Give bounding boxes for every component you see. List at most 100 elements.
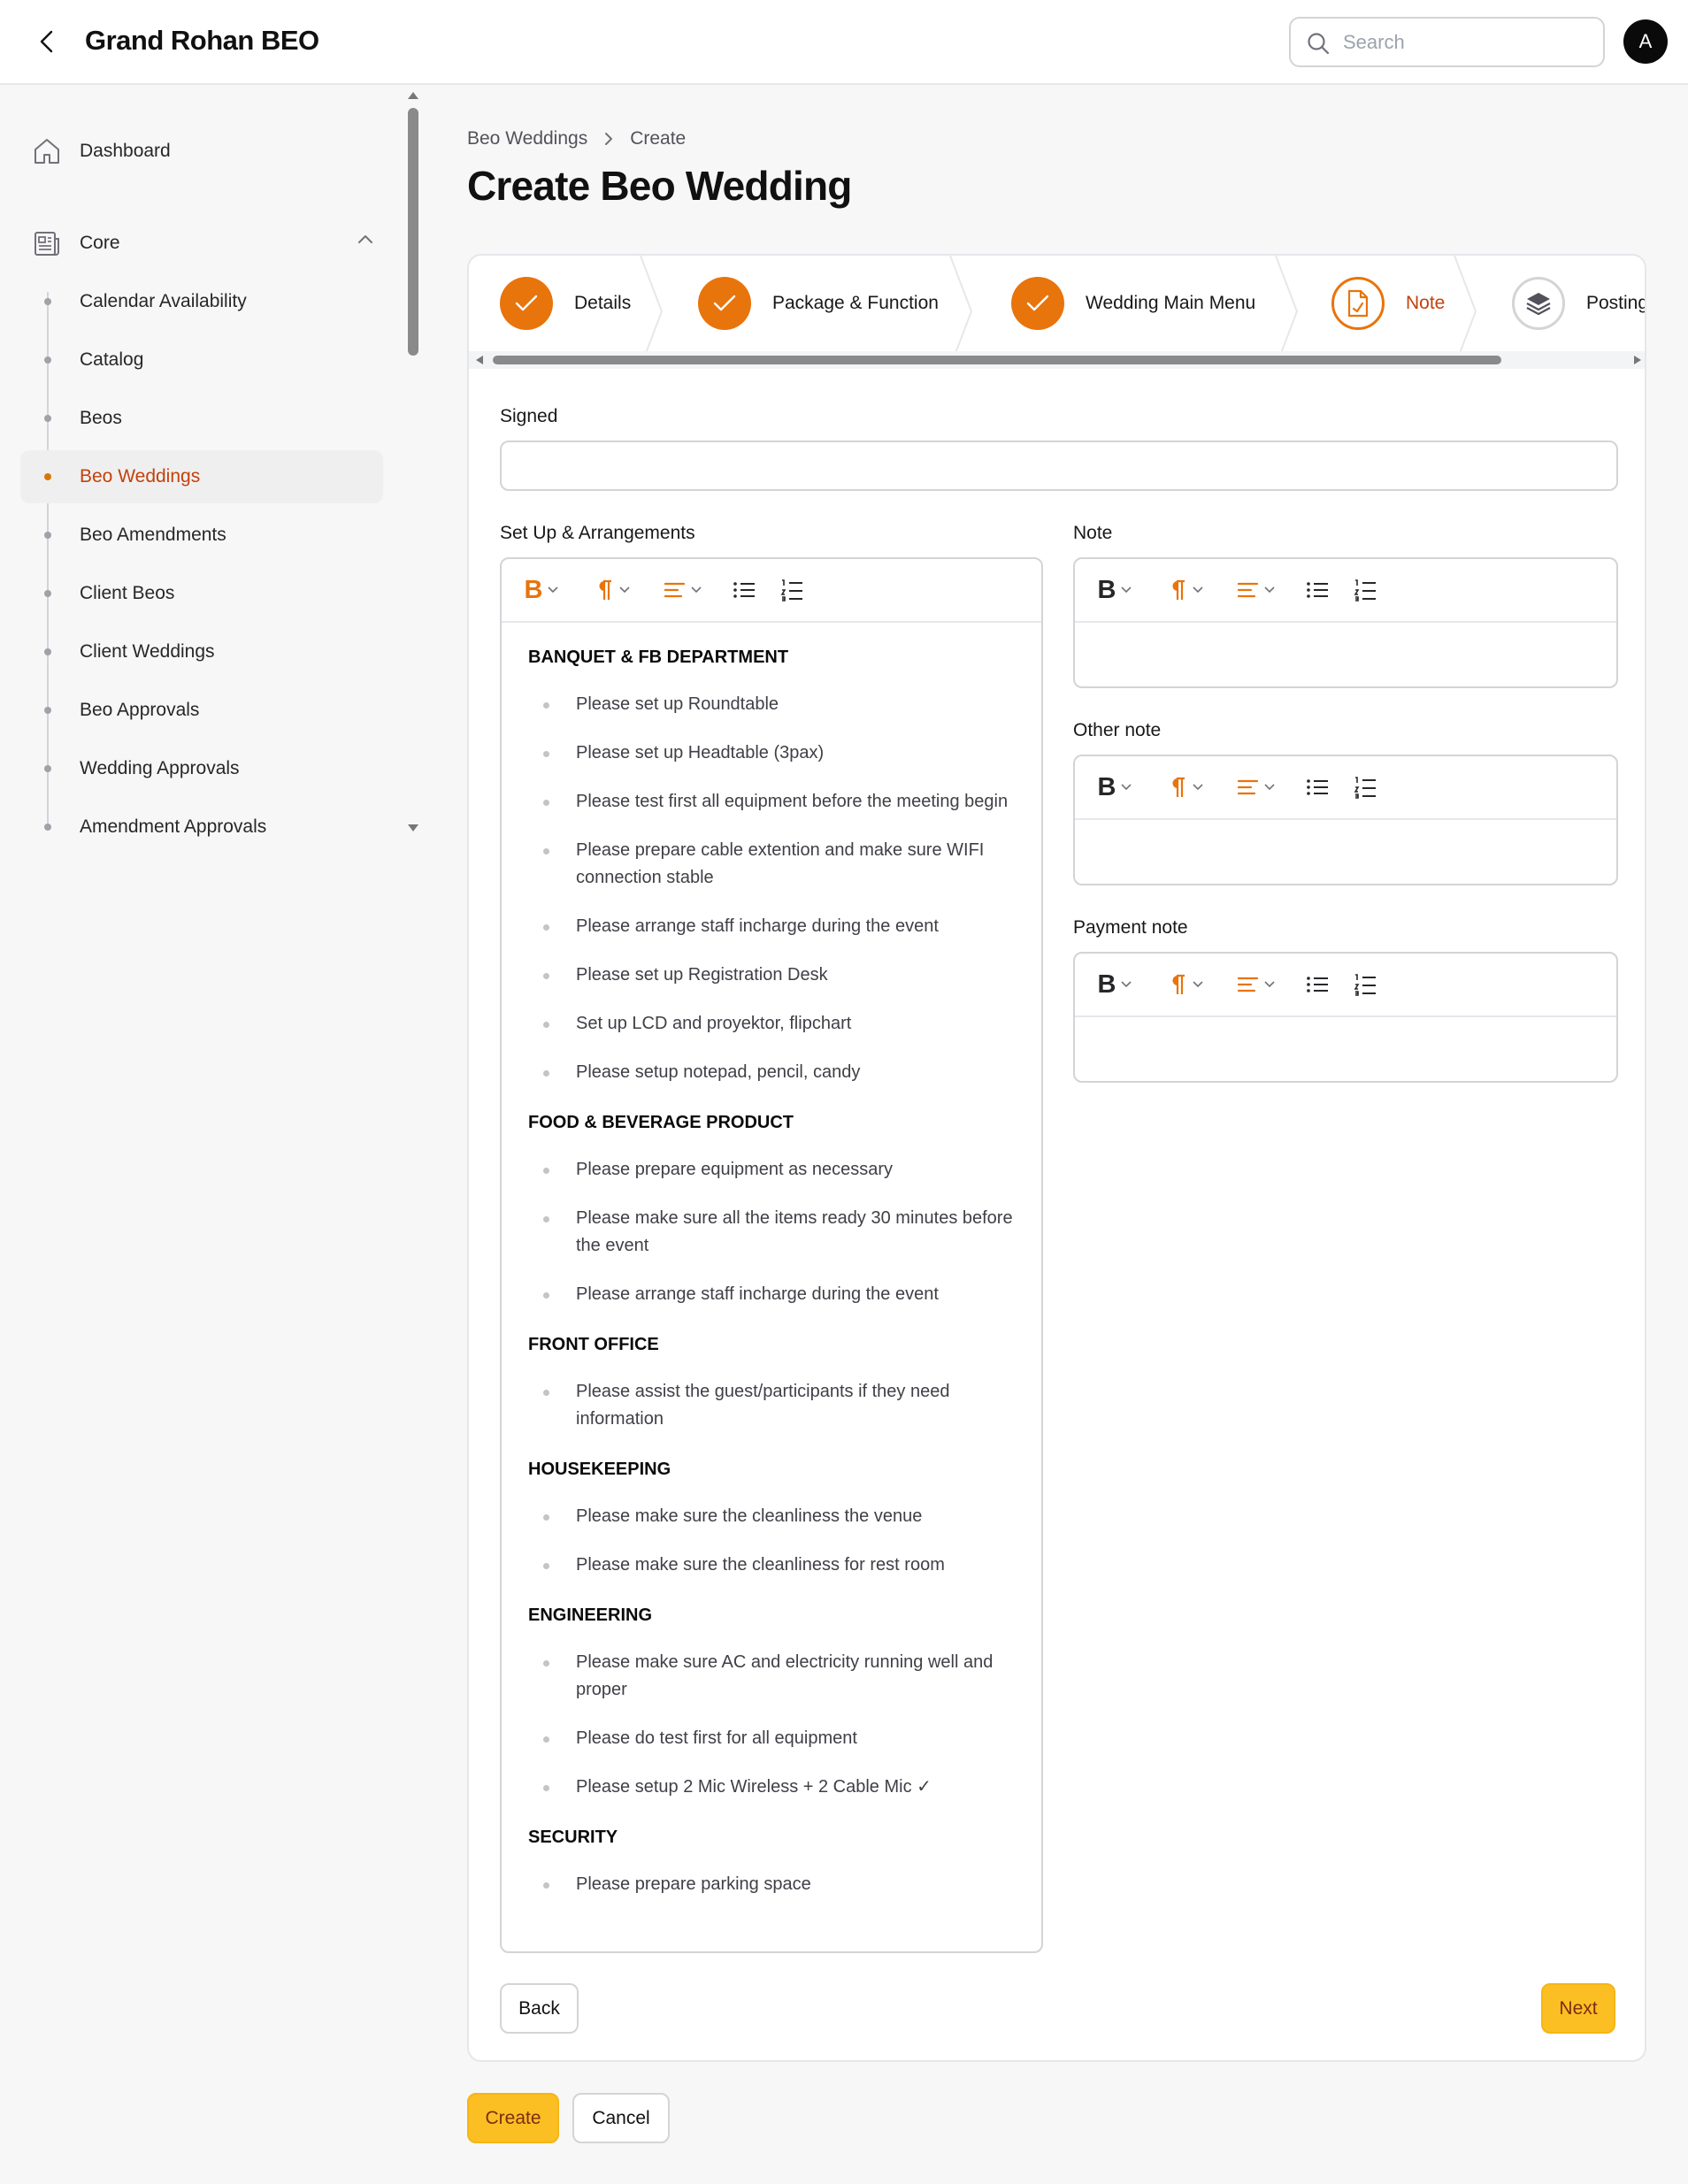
sidebar-item-label: Client Beos [80, 583, 175, 603]
align-left-icon [664, 582, 686, 598]
bullet-list-icon [1307, 582, 1328, 598]
sidebar-item-label: Dashboard [80, 141, 171, 161]
check-icon [698, 277, 751, 330]
section-heading: FOOD & BEVERAGE PRODUCT [528, 1113, 794, 1132]
paragraph-icon [1172, 974, 1185, 994]
scroll-up-arrow-icon[interactable] [408, 92, 418, 99]
paragraph-dropdown[interactable] [1156, 570, 1215, 610]
chevron-down-icon [1193, 586, 1203, 594]
bullet-dot [44, 765, 51, 772]
bullet-list-button[interactable] [1298, 767, 1337, 808]
sidebar-item-catalog[interactable]: Catalog [20, 333, 383, 387]
payment-note-editor-content[interactable] [1075, 1019, 1616, 1081]
next-button[interactable]: Next [1541, 1983, 1615, 2034]
paragraph-dropdown[interactable] [1156, 964, 1215, 1005]
paragraph-dropdown[interactable] [1156, 767, 1215, 808]
payment-note-label: Payment note [1073, 917, 1188, 938]
bullet-list: Please prepare equipment as necessary Ple… [528, 1156, 1015, 1308]
scroll-right-arrow-icon[interactable] [1634, 356, 1641, 364]
back-icon[interactable] [32, 27, 62, 57]
editor-toolbar: B [1075, 756, 1616, 820]
back-button[interactable]: Back [500, 1983, 579, 2034]
section-heading: HOUSEKEEPING [528, 1460, 671, 1479]
note-editor-content[interactable] [1075, 625, 1616, 686]
bullet-list-button[interactable] [1298, 964, 1337, 1005]
layers-icon [1512, 277, 1565, 330]
stepper-scrollbar[interactable] [469, 351, 1645, 369]
numbered-list-icon [780, 579, 802, 602]
align-dropdown[interactable] [1227, 767, 1285, 808]
step-posting[interactable]: Posting [1512, 277, 1645, 330]
chevron-up-icon[interactable] [357, 234, 373, 244]
numbered-list-button[interactable] [772, 570, 811, 610]
step-details[interactable]: Details [500, 277, 631, 330]
bold-dropdown[interactable]: B [1086, 964, 1144, 1005]
sidebar-item-amendment-approvals[interactable]: Amendment Approvals [20, 801, 383, 854]
bullet-list-button[interactable] [1298, 570, 1337, 610]
bullet-list-icon [1307, 977, 1328, 992]
search-icon [1307, 32, 1330, 55]
sidebar-item-beo-approvals[interactable]: Beo Approvals [20, 684, 383, 737]
chevron-down-icon [1264, 586, 1275, 594]
stepper-scrollbar-thumb[interactable] [493, 356, 1501, 364]
bullet-dot [44, 824, 51, 831]
bold-dropdown[interactable]: B [1086, 767, 1144, 808]
setup-editor-content[interactable]: BANQUET & FB DEPARTMENT Please set up Rou… [502, 625, 1041, 1951]
sidebar-item-client-weddings[interactable]: Client Weddings [20, 625, 383, 678]
bullet-list-button[interactable] [725, 570, 763, 610]
sidebar-group-core[interactable]: Core [32, 228, 373, 258]
align-dropdown[interactable] [654, 570, 712, 610]
sidebar-item-beo-weddings[interactable]: Beo Weddings [20, 450, 383, 503]
note-editor[interactable]: B [1073, 557, 1618, 688]
sidebar-item-beo-amendments[interactable]: Beo Amendments [20, 509, 383, 562]
breadcrumb-link-beo-weddings[interactable]: Beo Weddings [467, 128, 587, 149]
bold-dropdown[interactable]: B [1086, 570, 1144, 610]
search-input[interactable] [1343, 27, 1591, 57]
numbered-list-button[interactable] [1346, 767, 1385, 808]
chevron-down-icon [1193, 981, 1203, 988]
create-button[interactable]: Create [467, 2093, 559, 2143]
bullet-list: Please assist the guest/participants if … [528, 1378, 1015, 1433]
sidebar-item-beos[interactable]: Beos [20, 392, 383, 445]
chevron-down-icon [619, 586, 630, 594]
bullet-list: Please set up Roundtable Please set up He… [528, 691, 1015, 1086]
payment-note-editor[interactable]: B [1073, 952, 1618, 1083]
align-dropdown[interactable] [1227, 964, 1285, 1005]
setup-editor[interactable]: B BANQUET & FB DEPARTMENT Please set up R… [500, 557, 1043, 1953]
sidebar-item-label: Beo Approvals [80, 700, 200, 720]
bullet-dot [44, 648, 51, 655]
list-item: Please prepare cable extention and make … [528, 837, 1015, 892]
other-note-editor[interactable]: B [1073, 755, 1618, 885]
scroll-left-arrow-icon[interactable] [476, 356, 483, 364]
sidebar-item-client-beos[interactable]: Client Beos [20, 567, 383, 620]
bullet-list-icon [733, 582, 755, 598]
chevron-down-icon [1193, 784, 1203, 791]
step-note[interactable]: Note [1331, 277, 1445, 330]
bullet-dot [44, 532, 51, 539]
chevron-down-icon [691, 586, 702, 594]
sidebar-scrollbar-thumb[interactable] [408, 108, 418, 356]
cancel-button[interactable]: Cancel [572, 2093, 670, 2143]
numbered-list-button[interactable] [1346, 570, 1385, 610]
step-wedding-main-menu[interactable]: Wedding Main Menu [1011, 277, 1255, 330]
step-package-function[interactable]: Package & Function [698, 277, 939, 330]
list-item: Please set up Headtable (3pax) [528, 739, 1015, 767]
align-left-icon [1238, 779, 1259, 795]
sidebar-item-calendar-availability[interactable]: Calendar Availability [20, 275, 383, 328]
scroll-down-arrow-icon[interactable] [408, 824, 418, 831]
signed-input[interactable] [500, 441, 1618, 491]
sidebar-item-dashboard[interactable]: Dashboard [32, 136, 171, 166]
avatar[interactable]: A [1623, 19, 1668, 64]
other-note-editor-content[interactable] [1075, 822, 1616, 884]
align-dropdown[interactable] [1227, 570, 1285, 610]
search-box[interactable] [1289, 17, 1605, 67]
sidebar-item-label: Beo Amendments [80, 525, 226, 545]
bullet-dot [44, 707, 51, 714]
bold-dropdown[interactable]: B [512, 570, 571, 610]
sidebar-item-label: Catalog [80, 349, 144, 370]
stepper: Details Package & Function Wedding Main … [469, 256, 1645, 369]
paragraph-dropdown[interactable] [583, 570, 641, 610]
sidebar-item-wedding-approvals[interactable]: Wedding Approvals [20, 742, 383, 795]
numbered-list-button[interactable] [1346, 964, 1385, 1005]
list-item: Please make sure the cleanliness for res… [528, 1552, 1015, 1579]
